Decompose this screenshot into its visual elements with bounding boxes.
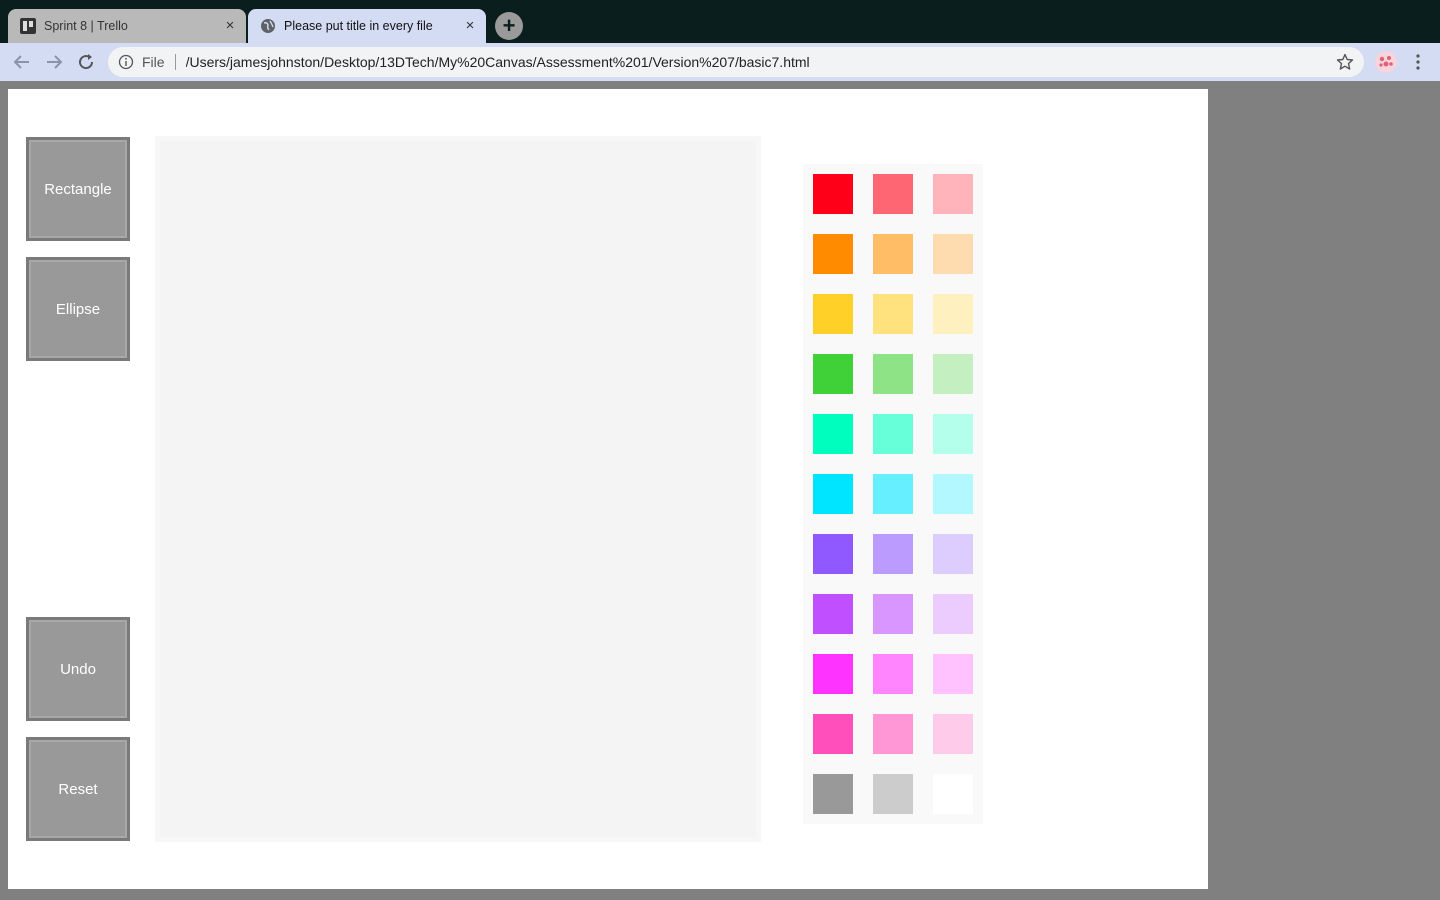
color-swatch[interactable]	[933, 174, 973, 214]
bookmark-star-icon[interactable]	[1336, 53, 1354, 71]
page-viewport: Rectangle Ellipse Undo Reset	[0, 81, 1440, 900]
reload-icon[interactable]	[75, 51, 97, 73]
color-swatch[interactable]	[873, 654, 913, 694]
tab-title: Sprint 8 | Trello	[44, 19, 128, 33]
color-swatch[interactable]	[873, 474, 913, 514]
color-palette	[803, 164, 983, 824]
color-swatch[interactable]	[813, 474, 853, 514]
url-scheme-label: File	[142, 54, 165, 70]
color-swatch[interactable]	[813, 654, 853, 694]
tab-strip: Sprint 8 | Trello × Please put title in …	[0, 0, 1440, 43]
color-swatch[interactable]	[933, 774, 973, 814]
color-swatch[interactable]	[873, 174, 913, 214]
color-swatch[interactable]	[813, 234, 853, 274]
new-tab-button[interactable]: +	[495, 12, 523, 40]
drawing-canvas[interactable]	[155, 136, 761, 842]
url-text[interactable]: /Users/jamesjohnston/Desktop/13DTech/My%…	[186, 54, 1336, 70]
color-swatch[interactable]	[873, 414, 913, 454]
reset-button[interactable]: Reset	[26, 737, 130, 841]
trello-icon	[20, 18, 36, 34]
tab-title: Please put title in every file	[284, 19, 433, 33]
color-swatch[interactable]	[813, 294, 853, 334]
color-swatch[interactable]	[933, 414, 973, 454]
undo-button[interactable]: Undo	[26, 617, 130, 721]
address-bar[interactable]: File /Users/jamesjohnston/Desktop/13DTec…	[108, 47, 1364, 77]
color-swatch[interactable]	[813, 714, 853, 754]
forward-arrow-icon[interactable]	[43, 51, 65, 73]
page-body: Rectangle Ellipse Undo Reset	[8, 89, 1208, 889]
color-swatch[interactable]	[873, 594, 913, 634]
color-swatch[interactable]	[933, 594, 973, 634]
color-swatch[interactable]	[813, 414, 853, 454]
color-swatch[interactable]	[933, 714, 973, 754]
color-swatch[interactable]	[873, 774, 913, 814]
close-icon[interactable]: ×	[222, 18, 238, 34]
rectangle-button[interactable]: Rectangle	[26, 137, 130, 241]
menu-kebab-icon[interactable]	[1410, 51, 1426, 73]
color-swatch[interactable]	[813, 174, 853, 214]
profile-avatar[interactable]	[1375, 51, 1397, 73]
color-swatch[interactable]	[813, 774, 853, 814]
color-swatch[interactable]	[933, 354, 973, 394]
globe-icon	[260, 18, 276, 34]
color-swatch[interactable]	[813, 534, 853, 574]
color-swatch[interactable]	[813, 594, 853, 634]
color-swatch[interactable]	[873, 354, 913, 394]
tab-trello[interactable]: Sprint 8 | Trello ×	[8, 9, 246, 43]
tab-current-page[interactable]: Please put title in every file ×	[248, 9, 486, 43]
close-icon[interactable]: ×	[462, 18, 478, 34]
color-swatch[interactable]	[813, 354, 853, 394]
color-swatch[interactable]	[933, 234, 973, 274]
ellipse-button[interactable]: Ellipse	[26, 257, 130, 361]
color-swatch[interactable]	[933, 474, 973, 514]
browser-toolbar: File /Users/jamesjohnston/Desktop/13DTec…	[0, 43, 1440, 81]
info-icon[interactable]	[118, 54, 134, 70]
color-swatch[interactable]	[873, 234, 913, 274]
back-arrow-icon[interactable]	[11, 51, 33, 73]
color-swatch[interactable]	[873, 714, 913, 754]
divider	[174, 54, 176, 70]
color-swatch[interactable]	[933, 534, 973, 574]
color-swatch[interactable]	[873, 294, 913, 334]
color-swatch[interactable]	[933, 294, 973, 334]
color-swatch[interactable]	[873, 534, 913, 574]
color-swatch[interactable]	[933, 654, 973, 694]
